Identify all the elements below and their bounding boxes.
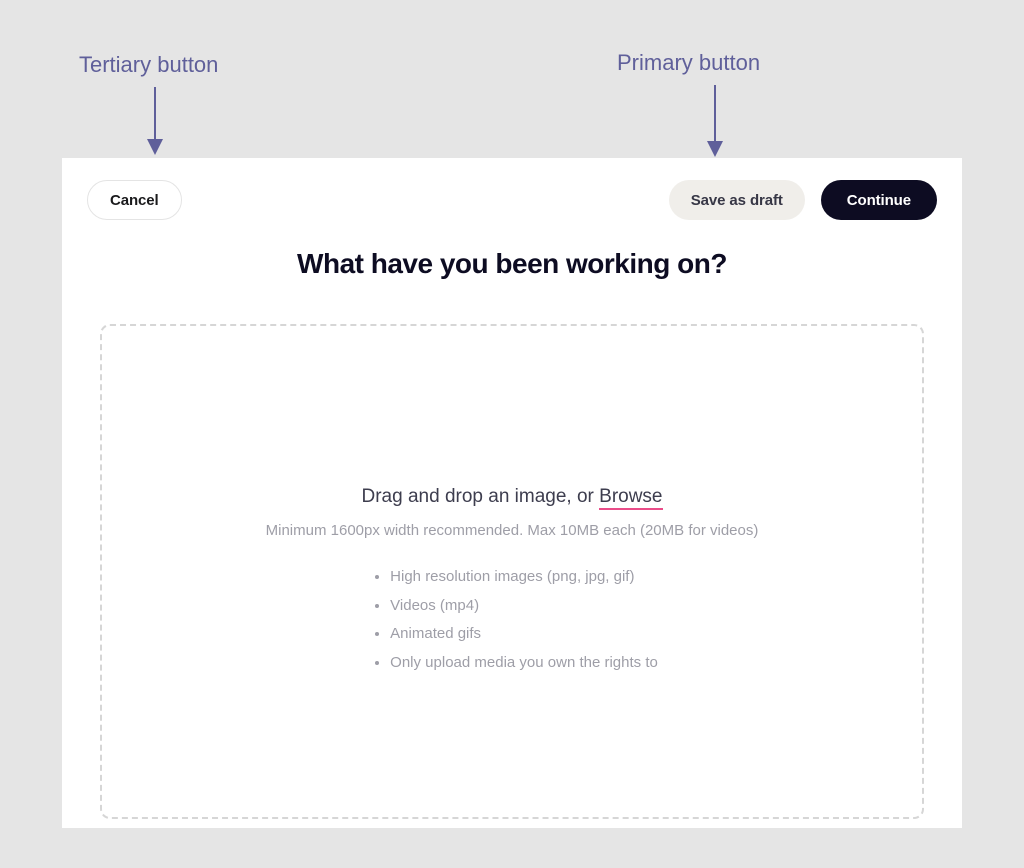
browse-link[interactable]: Browse: [599, 486, 662, 510]
cancel-button[interactable]: Cancel: [87, 180, 182, 220]
upload-dropzone[interactable]: Drag and drop an image, or Browse Minimu…: [100, 324, 924, 819]
page-title: What have you been working on?: [87, 248, 937, 280]
list-item: High resolution images (png, jpg, gif): [390, 563, 658, 592]
dropzone-lead: Drag and drop an image, or Browse: [362, 486, 663, 508]
arrow-tertiary-icon: [140, 85, 170, 160]
list-item: Animated gifs: [390, 620, 658, 649]
annotation-primary-label: Primary button: [617, 50, 760, 76]
upload-modal: Cancel Save as draft Continue What have …: [62, 158, 962, 828]
list-item: Only upload media you own the rights to: [390, 649, 658, 678]
list-item: Videos (mp4): [390, 592, 658, 621]
arrow-primary-icon: [700, 83, 730, 163]
modal-toolbar: Cancel Save as draft Continue: [87, 180, 937, 220]
dropzone-subtext: Minimum 1600px width recommended. Max 10…: [266, 522, 759, 539]
save-draft-button[interactable]: Save as draft: [669, 180, 805, 220]
continue-button[interactable]: Continue: [821, 180, 937, 220]
dropzone-lead-prefix: Drag and drop an image, or: [362, 486, 600, 507]
toolbar-right-group: Save as draft Continue: [669, 180, 937, 220]
dropzone-requirements-list: High resolution images (png, jpg, gif) V…: [366, 563, 658, 677]
annotation-tertiary-label: Tertiary button: [79, 52, 218, 78]
